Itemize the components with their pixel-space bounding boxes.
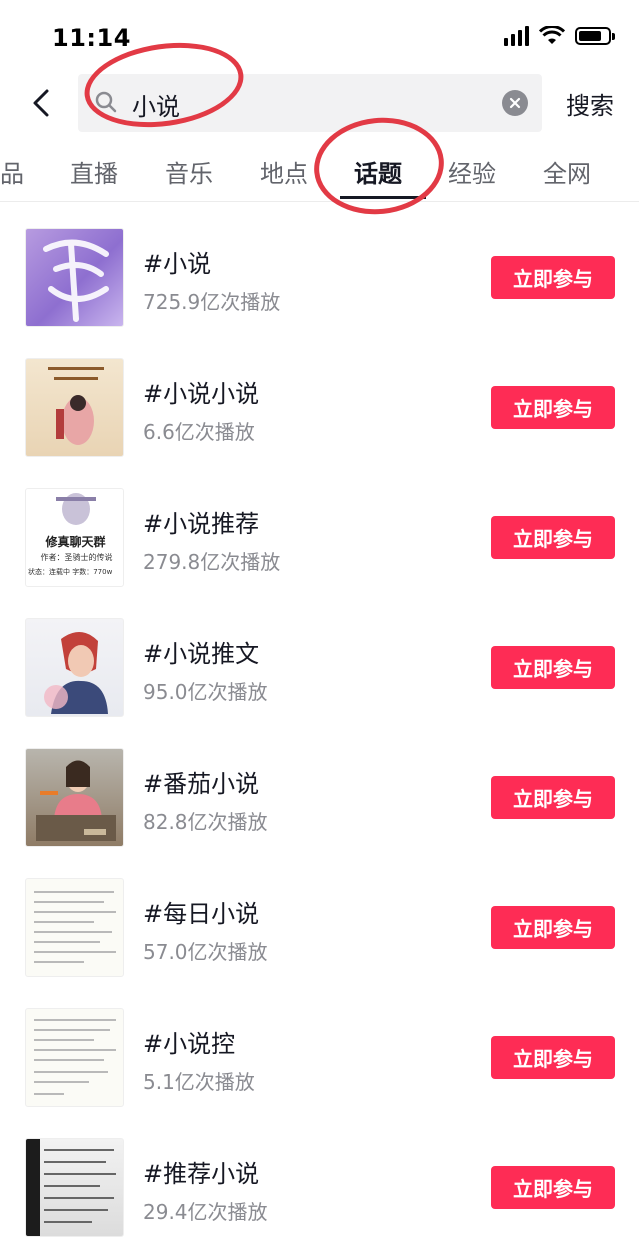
tab-topics[interactable]: 话题	[354, 154, 402, 189]
topic-play-count: 82.8亿次播放	[143, 810, 268, 834]
topic-thumbnail	[25, 1008, 124, 1107]
book-author-text: 作者：圣骑士的传说	[40, 553, 113, 562]
join-button[interactable]: 立即参与	[491, 256, 615, 299]
topic-thumbnail	[25, 358, 124, 457]
tab-products[interactable]: 品	[0, 154, 24, 189]
topic-thumbnail	[25, 748, 124, 847]
topic-thumbnail	[25, 618, 124, 717]
list-item[interactable]: #小说小说 6.6亿次播放 立即参与	[0, 334, 639, 464]
anime-portrait-image	[44, 631, 108, 714]
topic-play-count: 29.4亿次播放	[143, 1200, 268, 1224]
topic-name: #番茄小说	[143, 770, 260, 798]
topic-play-count: 5.1亿次播放	[143, 1070, 255, 1094]
topic-play-count: 279.8亿次播放	[143, 550, 281, 574]
tab-live[interactable]: 直播	[70, 154, 118, 189]
tab-all-web[interactable]: 全网	[543, 154, 591, 189]
list-item[interactable]: #番茄小说 82.8亿次播放 立即参与	[0, 724, 639, 854]
tab-experience[interactable]: 经验	[448, 154, 496, 189]
topic-name: #小说推荐	[143, 510, 260, 538]
wifi-icon	[539, 26, 565, 44]
topic-name: #每日小说	[143, 900, 260, 928]
topic-name: #推荐小说	[143, 1160, 260, 1188]
status-icons	[504, 26, 615, 46]
topic-name: #小说推文	[143, 640, 260, 668]
list-item[interactable]: #小说 725.9亿次播放 立即参与	[0, 204, 639, 334]
topic-thumbnail: 修真聊天群 作者：圣骑士的传说 状态：连载中 字数：770w	[25, 488, 124, 587]
topic-thumbnail	[25, 878, 124, 977]
book-status-text: 状态：连载中 字数：770w	[28, 568, 113, 576]
search-icon	[95, 91, 117, 113]
topic-name: #小说	[143, 250, 212, 278]
search-query-text: 小说	[132, 93, 180, 121]
join-button[interactable]: 立即参与	[491, 516, 615, 559]
list-item[interactable]: #小说控 5.1亿次播放 立即参与	[0, 984, 639, 1114]
list-item[interactable]: #小说推文 95.0亿次播放 立即参与	[0, 594, 639, 724]
status-time: 11:14	[52, 24, 131, 52]
join-button[interactable]: 立即参与	[491, 386, 615, 429]
battery-icon	[575, 27, 615, 45]
status-bar: 11:14	[0, 0, 639, 70]
back-button[interactable]	[24, 84, 58, 122]
calligraphy-image	[43, 239, 109, 322]
topic-play-count: 725.9亿次播放	[143, 290, 281, 314]
tab-music[interactable]: 音乐	[165, 154, 213, 189]
close-icon	[509, 97, 521, 109]
search-category-tabs: 品 直播 音乐 地点 话题 经验 全网	[0, 140, 639, 202]
join-button[interactable]: 立即参与	[491, 1166, 615, 1209]
topic-name: #小说控	[143, 1030, 236, 1058]
video-still-image	[36, 760, 116, 841]
search-button[interactable]: 搜索	[566, 86, 614, 121]
topic-play-count: 57.0亿次播放	[143, 940, 268, 964]
list-item[interactable]: #推荐小说 29.4亿次播放 立即参与	[0, 1114, 639, 1244]
topic-thumbnail	[25, 228, 124, 327]
list-item[interactable]: 修真聊天群 作者：圣骑士的传说 状态：连载中 字数：770w #小说推荐 279…	[0, 464, 639, 594]
join-button[interactable]: 立即参与	[491, 1036, 615, 1079]
book-cover-image	[48, 367, 104, 445]
active-tab-indicator	[340, 196, 426, 199]
topic-play-count: 95.0亿次播放	[143, 680, 268, 704]
join-button[interactable]: 立即参与	[491, 776, 615, 819]
book-title-text: 修真聊天群	[45, 535, 106, 549]
join-button[interactable]: 立即参与	[491, 646, 615, 689]
tab-location[interactable]: 地点	[260, 154, 308, 189]
topic-play-count: 6.6亿次播放	[143, 420, 255, 444]
join-button[interactable]: 立即参与	[491, 906, 615, 949]
topic-name: #小说小说	[143, 380, 260, 408]
cellular-signal-icon	[504, 26, 529, 46]
clear-search-button[interactable]	[502, 90, 528, 116]
topic-thumbnail	[25, 1138, 124, 1237]
chevron-left-icon	[33, 89, 49, 117]
list-item[interactable]: #每日小说 57.0亿次播放 立即参与	[0, 854, 639, 984]
search-row: 小说 搜索	[0, 72, 639, 134]
search-input[interactable]: 小说	[78, 74, 542, 132]
